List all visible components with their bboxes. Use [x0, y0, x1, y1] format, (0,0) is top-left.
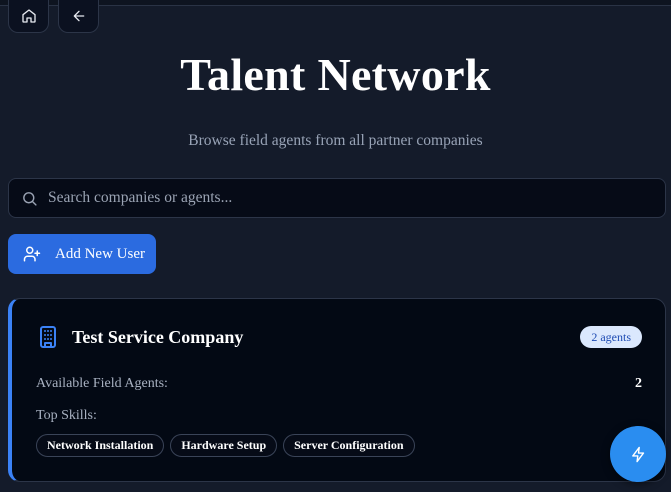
page-subtitle: Browse field agents from all partner com…	[188, 132, 483, 149]
company-card[interactable]: Test Service Company 2 agents Available …	[8, 298, 666, 482]
home-button[interactable]	[8, 0, 49, 33]
quick-action-button[interactable]	[610, 426, 666, 482]
top-bar	[0, 0, 671, 6]
user-plus-icon	[23, 246, 41, 262]
page-title: Talent Network	[180, 49, 491, 100]
available-agents-count: 2	[635, 376, 642, 391]
top-skills-label: Top Skills:	[36, 408, 97, 423]
search-bar[interactable]	[8, 178, 666, 218]
skill-tag: Server Configuration	[283, 434, 415, 457]
available-agents-label: Available Field Agents:	[36, 376, 168, 391]
skills-list: Network Installation Hardware Setup Serv…	[36, 434, 415, 457]
company-name: Test Service Company	[72, 326, 244, 347]
back-button[interactable]	[58, 0, 99, 33]
zap-icon	[631, 446, 644, 462]
skill-tag: Network Installation	[36, 434, 165, 457]
search-icon	[23, 191, 37, 206]
add-user-label: Add New User	[55, 245, 145, 262]
arrow-left-icon	[73, 10, 84, 22]
home-icon	[21, 9, 36, 23]
agents-count-badge: 2 agents	[580, 326, 642, 348]
skill-tag: Hardware Setup	[170, 434, 278, 457]
search-input[interactable]	[48, 189, 608, 207]
building-icon	[40, 326, 56, 348]
add-user-button[interactable]: Add New User	[8, 234, 156, 274]
